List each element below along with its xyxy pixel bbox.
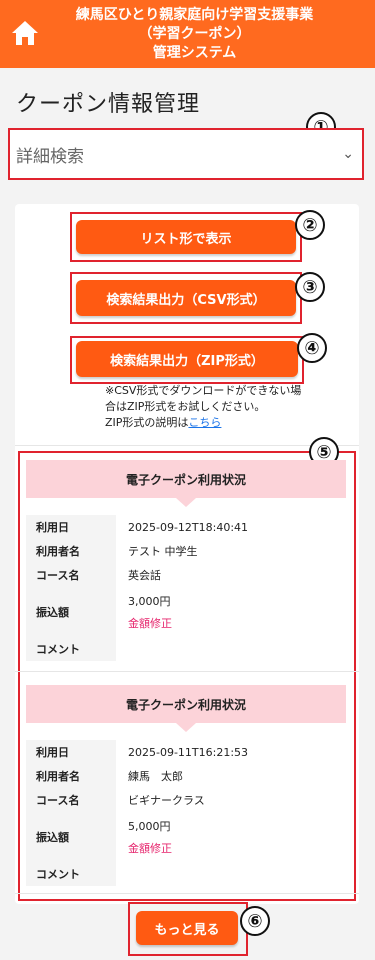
callout-4: ④	[297, 333, 327, 363]
divider	[15, 445, 359, 446]
table-row: コメント	[26, 862, 346, 886]
user-label: 利用者名	[26, 764, 116, 788]
amount-value: 3,000円	[128, 595, 171, 608]
callout-3: ③	[295, 272, 325, 302]
course-label: コース名	[26, 788, 116, 812]
amount-cell: 3,000円 金額修正	[116, 587, 172, 637]
amount-label: 振込額	[26, 812, 116, 862]
detail-search-label: 詳細検索	[16, 146, 84, 167]
card-1-table: 利用日 2025-09-12T18:40:41 利用者名 テスト 中学生 コース…	[26, 515, 346, 661]
course-value: ビギナークラス	[128, 794, 205, 807]
user-label: 利用者名	[26, 539, 116, 563]
csv-export-button[interactable]: 検索結果出力（CSV形式）	[76, 280, 296, 316]
amount-label: 振込額	[26, 587, 116, 637]
table-row: 利用日 2025-09-11T16:21:53	[26, 740, 346, 764]
card-2-table: 利用日 2025-09-11T16:21:53 利用者名 練馬 太郎 コース名 …	[26, 740, 346, 886]
comment-value	[116, 862, 128, 886]
detail-search-toggle[interactable]: 詳細検索 ⌄	[8, 128, 364, 180]
table-row: コメント	[26, 637, 346, 661]
user-value: テスト 中学生	[128, 545, 198, 558]
course-value: 英会話	[128, 569, 161, 582]
divider	[15, 671, 359, 672]
note-line-3: ZIP形式の説明はこちら	[105, 415, 305, 431]
table-row: 振込額 3,000円 金額修正	[26, 587, 346, 637]
app-title: 練馬区ひとり親家庭向け学習支援事業 （学習クーポン） 管理システム	[75, 6, 314, 61]
home-icon[interactable]	[10, 19, 40, 47]
card-1-title: 電子クーポン利用状況	[26, 460, 346, 507]
table-row: 利用者名 練馬 太郎	[26, 764, 346, 788]
table-row: コース名 ビギナークラス	[26, 788, 346, 812]
export-note: ※CSV形式でダウンロードができない場 合はZIP形式をお試しください。 ZIP…	[105, 383, 305, 431]
list-view-button[interactable]: リスト形で表示	[76, 220, 296, 254]
comment-label: コメント	[26, 862, 116, 886]
app-header: 練馬区ひとり親家庭向け学習支援事業 （学習クーポン） 管理システム	[0, 0, 375, 68]
table-row: 利用者名 テスト 中学生	[26, 539, 346, 563]
card-2-title: 電子クーポン利用状況	[26, 685, 346, 732]
note-line-1: ※CSV形式でダウンロードができない場	[105, 384, 302, 397]
zip-help-link[interactable]: こちら	[188, 416, 221, 429]
date-value: 2025-09-11T16:21:53	[128, 745, 249, 759]
divider	[15, 893, 359, 894]
amount-value: 5,000円	[128, 820, 171, 833]
more-button[interactable]: もっと見る	[136, 911, 238, 945]
chevron-down-icon: ⌄	[342, 146, 354, 162]
note-line-3-prefix: ZIP形式の説明は	[105, 416, 189, 429]
course-label: コース名	[26, 563, 116, 587]
user-value: 練馬 太郎	[128, 770, 183, 783]
amount-cell: 5,000円 金額修正	[116, 812, 172, 862]
date-value: 2025-09-12T18:40:41	[128, 520, 249, 534]
date-label: 利用日	[26, 515, 116, 539]
amount-fix-link[interactable]: 金額修正	[128, 840, 172, 856]
comment-label: コメント	[26, 637, 116, 661]
table-row: 振込額 5,000円 金額修正	[26, 812, 346, 862]
table-row: コース名 英会話	[26, 563, 346, 587]
page-title: クーポン情報管理	[16, 92, 201, 117]
note-line-2: 合はZIP形式をお試しください。	[105, 400, 266, 413]
callout-2: ②	[295, 210, 325, 240]
callout-6: ⑥	[240, 906, 270, 936]
zip-export-button[interactable]: 検索結果出力（ZIP形式）	[76, 341, 298, 377]
date-label: 利用日	[26, 740, 116, 764]
table-row: 利用日 2025-09-12T18:40:41	[26, 515, 346, 539]
comment-value	[116, 637, 128, 661]
amount-fix-link[interactable]: 金額修正	[128, 615, 172, 631]
